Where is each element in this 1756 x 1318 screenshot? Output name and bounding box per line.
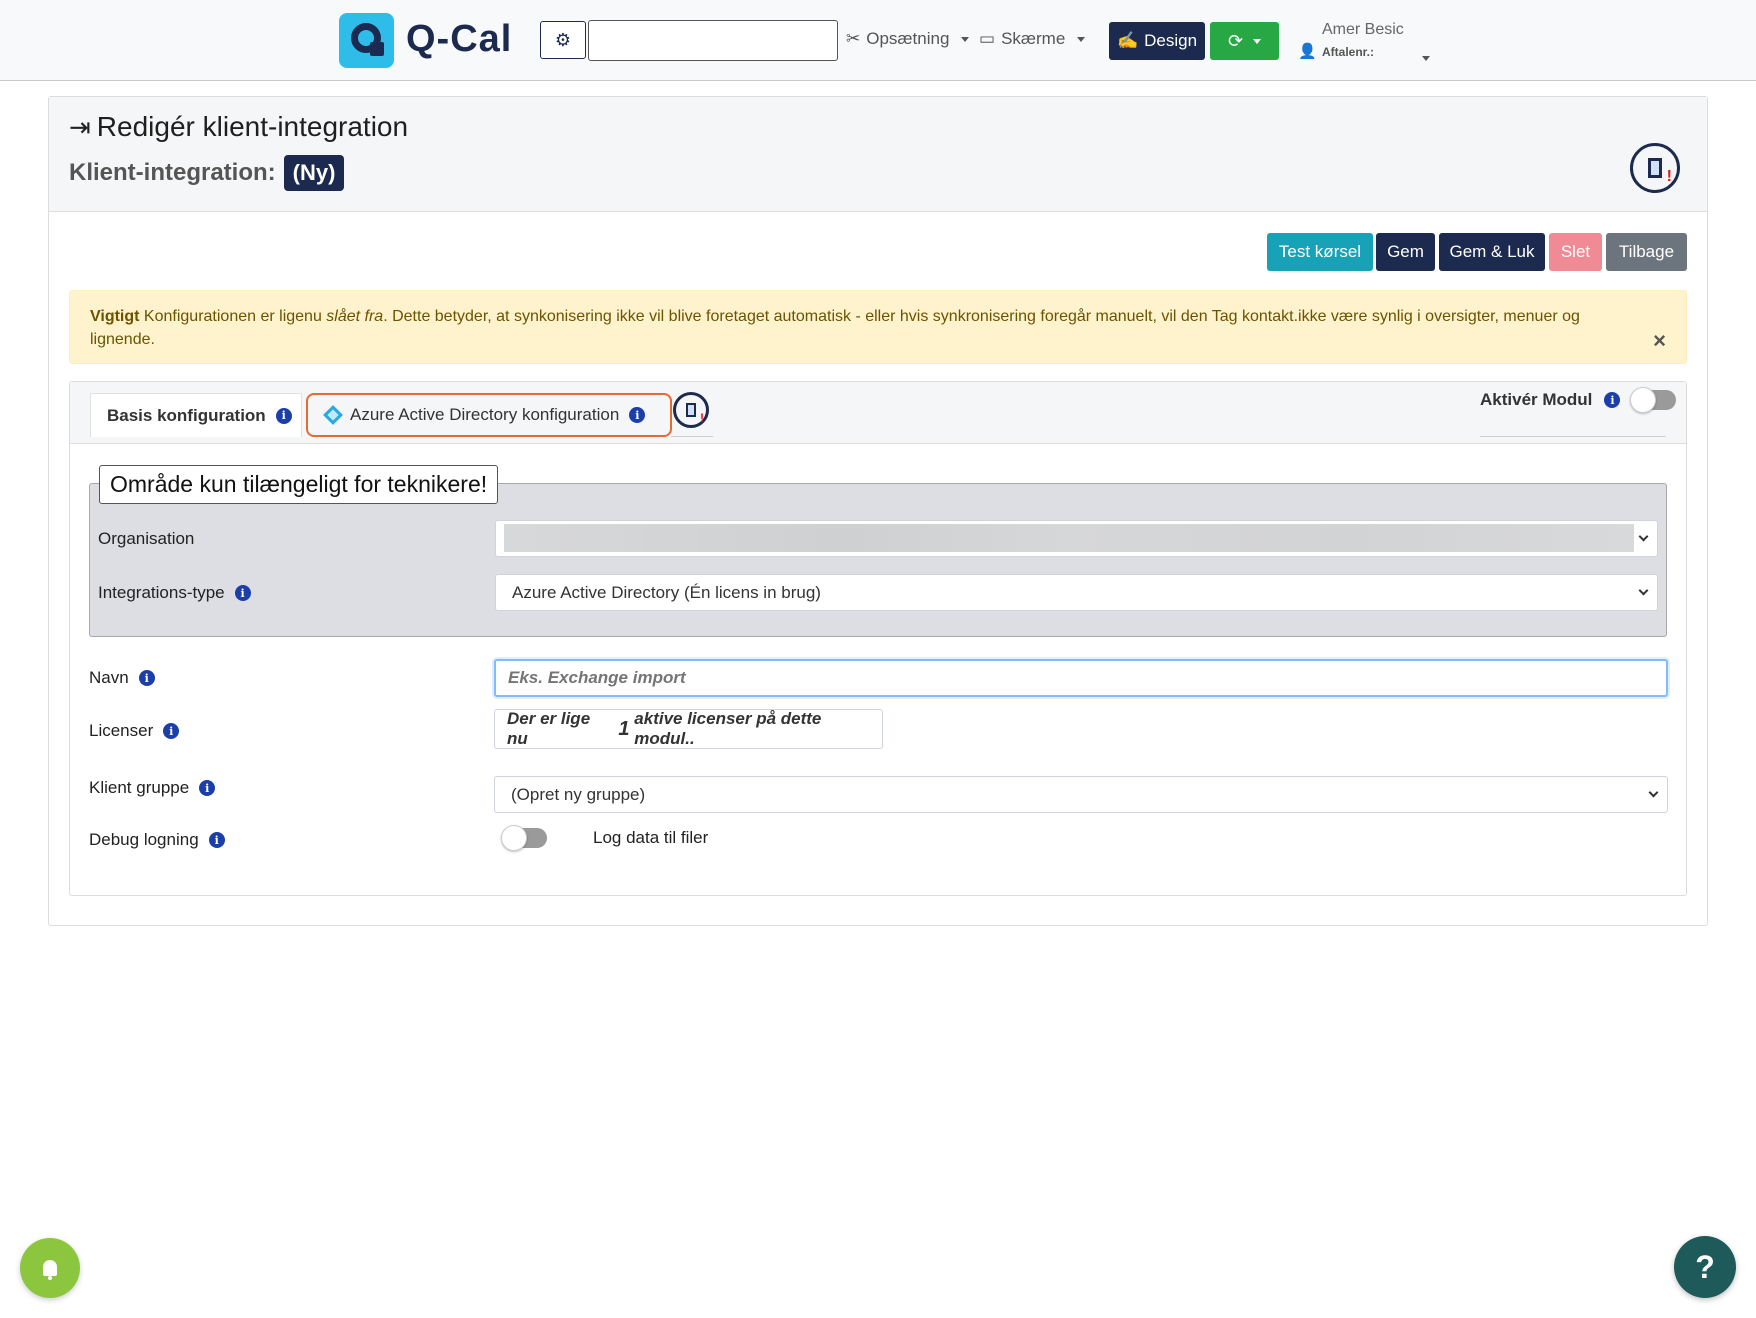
warning-alert: Vigtigt Konfigurationen er ligenu slået …: [69, 290, 1687, 364]
chevron-down-icon: [1648, 787, 1659, 798]
help-button[interactable]: ?: [1674, 1236, 1736, 1298]
tab-azure-label: Azure Active Directory konfiguration: [350, 405, 620, 424]
save-close-button[interactable]: Gem & Luk: [1439, 233, 1545, 271]
alert-text-before: Konfigurationen er ligenu: [139, 308, 327, 325]
info-icon[interactable]: i: [138, 670, 155, 686]
manual-book-icon[interactable]: !: [673, 392, 709, 428]
chevron-down-icon: [1638, 585, 1649, 596]
screens-menu-label: Skærme: [1001, 29, 1066, 48]
licenses-prefix: Der er lige nu: [507, 709, 591, 748]
tab-basis-configuration[interactable]: Basis konfiguration i: [90, 393, 302, 437]
design-button[interactable]: ✍ Design: [1109, 22, 1205, 60]
organisation-label: Organisation: [98, 529, 194, 549]
integration-type-value: Azure Active Directory (Én licens in bru…: [512, 582, 821, 602]
activate-divider: [1480, 436, 1666, 437]
screens-menu[interactable]: ▭ Skærme: [979, 29, 1086, 49]
agreement-number-label: Aftalenr.:: [1322, 45, 1375, 59]
licenses-count: 1: [618, 717, 630, 740]
info-icon[interactable]: i: [163, 723, 180, 739]
design-icon: ✍: [1116, 31, 1139, 50]
debug-logging-label-text: Debug logning: [89, 830, 199, 849]
integration-card: ⇥ Redigér klient-integration Klient-inte…: [48, 96, 1708, 926]
client-group-value: (Opret ny gruppe): [511, 784, 646, 804]
organisation-redacted-value: [504, 524, 1634, 552]
status-badge: (Ny): [283, 155, 345, 191]
search-input[interactable]: [588, 20, 838, 61]
design-button-label: Design: [1144, 31, 1198, 50]
debug-logging-label: Debug logning i: [89, 830, 225, 850]
tab-divider: [671, 436, 713, 437]
monitor-icon: ▭: [979, 29, 996, 48]
tab-azure-ad-configuration[interactable]: Azure Active Directory konfiguration i: [306, 393, 672, 437]
info-icon[interactable]: i: [199, 780, 216, 796]
debug-logging-toggle[interactable]: [501, 825, 547, 851]
setup-menu[interactable]: ✂ Opsætning: [846, 29, 970, 49]
chevron-down-icon: [1077, 36, 1086, 42]
info-icon[interactable]: i: [234, 585, 251, 601]
technician-only-fieldset: Område kun tilængeligt for teknikere! Or…: [89, 465, 1667, 637]
chevron-down-icon: [1253, 38, 1262, 44]
client-group-select[interactable]: (Opret ny gruppe): [494, 776, 1668, 813]
info-icon[interactable]: i: [275, 407, 292, 424]
azure-ad-icon: [323, 405, 343, 425]
save-button[interactable]: Gem: [1376, 233, 1435, 271]
name-input[interactable]: [494, 659, 1668, 697]
back-button[interactable]: Tilbage: [1606, 233, 1687, 271]
name-label: Navn i: [89, 668, 155, 688]
technician-legend: Område kun tilængeligt for teknikere!: [99, 465, 499, 504]
setup-menu-label: Opsætning: [866, 29, 950, 48]
info-icon[interactable]: i: [629, 407, 646, 423]
licenses-suffix: aktive licenser på dette modul..: [634, 709, 822, 748]
sync-dropdown-button[interactable]: ⟳: [1210, 22, 1279, 60]
sync-icon: ⟳: [1227, 30, 1244, 51]
organisation-select[interactable]: [495, 520, 1658, 557]
activate-module-label: Aktivér Modul: [1480, 390, 1593, 409]
integration-type-label: Integrations-type i: [98, 583, 251, 603]
page-title-text: Redigér klient-integration: [96, 111, 409, 142]
integration-type-label-text: Integrations-type: [98, 583, 225, 602]
client-group-label-text: Klient gruppe: [89, 778, 190, 797]
activate-module: Aktivér Modul i: [1480, 387, 1677, 413]
app-name[interactable]: Q-Cal: [406, 18, 512, 61]
sign-in-icon: ⇥: [69, 111, 91, 142]
user-name[interactable]: Amer Besic: [1322, 21, 1404, 39]
organisation-label-text: Organisation: [98, 529, 195, 548]
page-subtitle: Klient-integration: (Ny): [69, 155, 345, 191]
close-icon[interactable]: ×: [1653, 329, 1666, 352]
licenses-label-text: Licenser: [89, 721, 154, 740]
q-cal-logo-icon[interactable]: [339, 13, 394, 68]
chevron-down-icon: [1638, 531, 1649, 542]
card-header: ⇥ Redigér klient-integration Klient-inte…: [49, 97, 1707, 212]
activate-module-toggle[interactable]: [1630, 387, 1677, 413]
licenses-info-box: Der er lige nu 1 aktive licenser på dett…: [494, 709, 883, 749]
debug-logging-text: Log data til filer: [593, 828, 709, 847]
tools-icon: ✂: [846, 29, 861, 48]
client-group-label: Klient gruppe i: [89, 778, 216, 798]
delete-button[interactable]: Slet: [1549, 233, 1602, 271]
settings-gear-button[interactable]: ⚙: [540, 21, 586, 59]
info-icon[interactable]: i: [208, 832, 225, 848]
tab-bar: Basis konfiguration i Azure Active Direc…: [70, 382, 1686, 444]
gears-icon: ⚙: [554, 29, 572, 50]
page-title: ⇥ Redigér klient-integration: [69, 111, 408, 143]
user-cog-icon: 👤: [1298, 43, 1317, 60]
top-navbar: Q-Cal ⚙ ✂ Opsætning ▭ Skærme ✍ Design ⟳ …: [0, 0, 1756, 81]
alert-emphasis: slået fra: [326, 308, 384, 325]
test-run-button[interactable]: Test kørsel: [1267, 233, 1373, 271]
manual-book-icon[interactable]: !: [1630, 143, 1680, 193]
licenses-label: Licenser i: [89, 721, 180, 741]
integration-type-select[interactable]: Azure Active Directory (Én licens in bru…: [495, 574, 1658, 611]
tab-panel: Basis konfiguration i Azure Active Direc…: [69, 381, 1687, 896]
user-menu-caret-icon[interactable]: [1416, 48, 1430, 66]
chevron-down-icon: [961, 36, 970, 42]
notifications-button[interactable]: [20, 1238, 80, 1298]
tab-basis-label: Basis konfiguration: [107, 405, 266, 425]
alert-strong: Vigtigt: [90, 308, 140, 325]
info-icon[interactable]: i: [1604, 392, 1621, 408]
bell-icon: [43, 1260, 57, 1280]
name-label-text: Navn: [89, 668, 129, 687]
subtitle-label: Klient-integration:: [69, 159, 276, 186]
